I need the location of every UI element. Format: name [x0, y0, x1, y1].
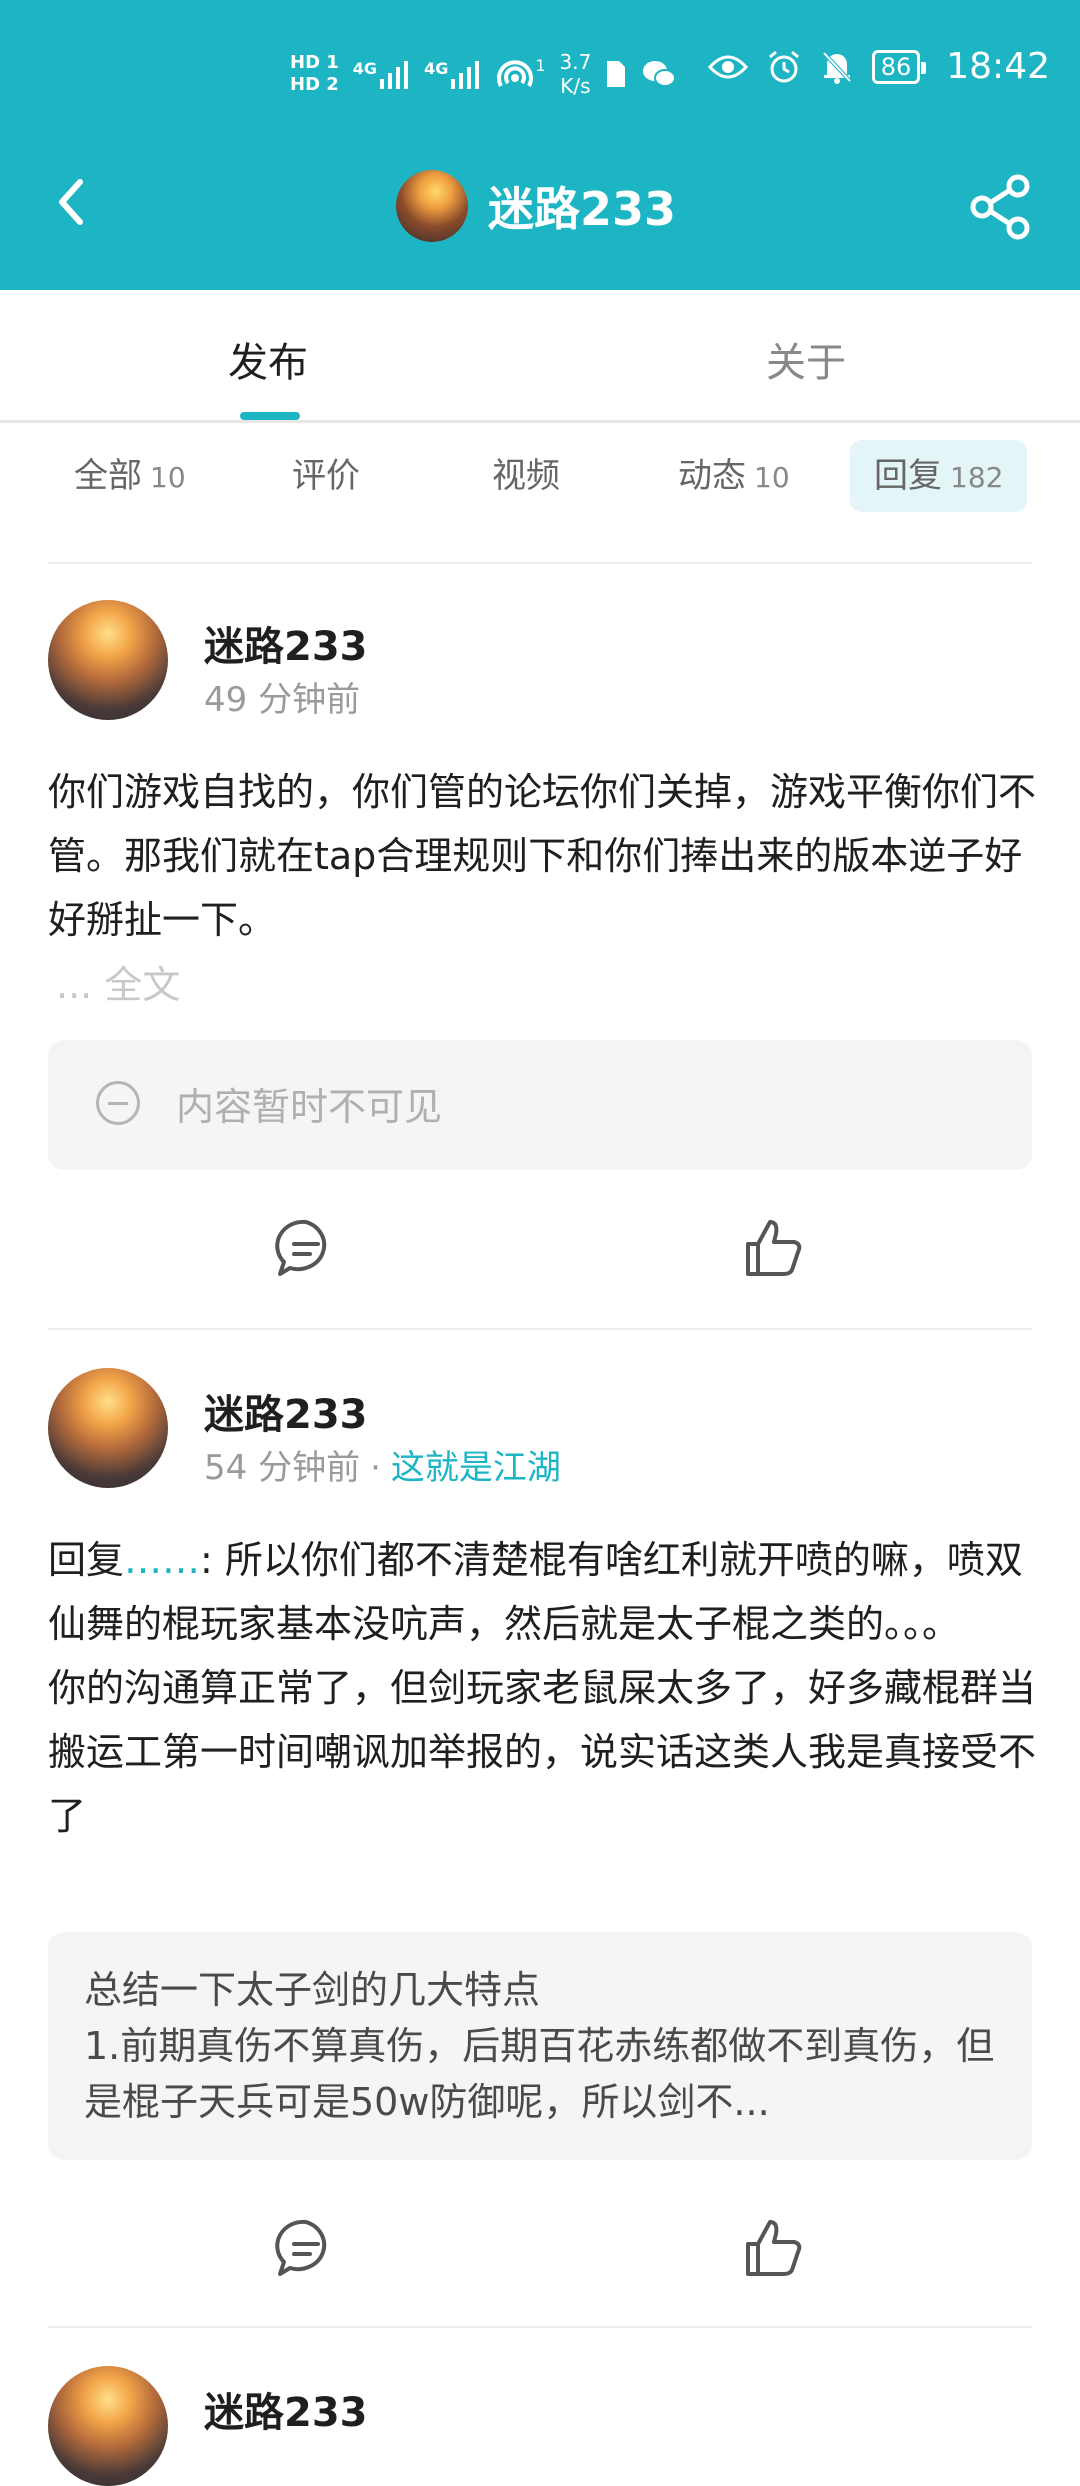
divider	[48, 1328, 1032, 1330]
quote-line-1: 总结一下太子剑的几大特点	[84, 1968, 541, 2012]
hidden-content-text: 内容暂时不可见	[176, 1085, 443, 1129]
post-username[interactable]: 迷路233	[204, 2380, 368, 2438]
wechat-icon	[643, 61, 677, 87]
avatar[interactable]	[48, 1368, 168, 1488]
net1-label: 4G	[352, 59, 378, 78]
alarm-icon	[768, 50, 799, 82]
status-right: 86 18:42	[707, 46, 1050, 87]
top-nav: 迷路233	[0, 160, 1080, 250]
hotspot-count: 1	[535, 56, 546, 75]
reply-text-2: 你的沟通算正常了，但剑玩家老鼠屎太多了，好多藏棍群当搬运工第一时间嘲讽加举报的，…	[48, 1666, 1037, 1838]
signal-icon-1: 4G	[353, 59, 410, 89]
filter-videos-label: 视频	[492, 456, 560, 496]
hotspot-icon: 1	[495, 56, 546, 92]
tab-indicator	[240, 412, 300, 420]
quoted-comment[interactable]: 总结一下太子剑的几大特点 1.前期真伤不算真伤，后期百花赤练都做不到真伤，但是棍…	[48, 1932, 1032, 2160]
quote-line-2: 1.前期真伤不算真伤，后期百花赤练都做不到真伤，但是棍子天兵可是50w防御呢，所…	[84, 2024, 995, 2124]
speed-unit: K/s	[560, 74, 591, 98]
avatar[interactable]	[48, 2366, 168, 2486]
filter-bar: 全部 10 评价 视频 动态 10 回复 182	[0, 440, 1080, 520]
filter-replies-count: 182	[950, 461, 1004, 494]
status-bar: HD 1 HD 2 4G 4G 1 3.7 K/s 86 18:42	[0, 40, 1080, 120]
sim1-label: HD 1	[290, 52, 339, 73]
avatar[interactable]	[48, 600, 168, 720]
profile-title: 迷路233	[396, 170, 676, 242]
page-title: 迷路233	[488, 182, 677, 236]
comment-icon[interactable]	[274, 1216, 338, 1280]
speed-value: 3.7	[559, 50, 592, 74]
profile-tabs: 发布 关于	[0, 290, 1080, 423]
back-icon[interactable]	[44, 172, 104, 232]
expand-link[interactable]: ... 全文	[56, 954, 180, 1009]
comment-icon[interactable]	[274, 2216, 338, 2280]
sim-indicator: HD 1 HD 2	[290, 52, 339, 96]
divider	[48, 562, 1032, 564]
post-text: 回复……: 所以你们都不清楚棍有啥红利就开喷的嘛，喷双仙舞的棍玩家基本没吭声，然…	[48, 1528, 1038, 1848]
divider	[48, 2326, 1032, 2328]
net2-label: 4G	[424, 59, 449, 78]
filter-all[interactable]: 全部 10	[50, 440, 210, 512]
eye-icon	[707, 55, 748, 78]
filter-moments[interactable]: 动态 10	[654, 440, 814, 512]
filter-moments-count: 10	[754, 461, 790, 494]
mute-bell-icon	[822, 51, 852, 84]
network-speed: 3.7 K/s	[560, 50, 592, 98]
tab-publish[interactable]: 发布	[228, 330, 308, 388]
post-username[interactable]: 迷路233	[204, 1382, 368, 1440]
battery-indicator: 86	[871, 49, 926, 84]
app-header: HD 1 HD 2 4G 4G 1 3.7 K/s 86 18:42 迷路233	[0, 0, 1080, 290]
sim-card-icon	[607, 61, 626, 87]
header-avatar[interactable]	[396, 170, 468, 242]
filter-all-count: 10	[150, 461, 186, 494]
reply-target-link[interactable]: ……	[124, 1538, 200, 1582]
like-icon[interactable]	[742, 2216, 806, 2280]
hidden-content-notice: 内容暂时不可见	[48, 1040, 1032, 1170]
reply-prefix: 回复	[48, 1538, 125, 1582]
post-meta: 54 分钟前 · 这就是江湖	[204, 1440, 561, 1489]
tab-about[interactable]: 关于	[766, 330, 846, 388]
filter-replies-label: 回复	[874, 456, 942, 496]
post-username[interactable]: 迷路233	[204, 614, 368, 672]
filter-videos[interactable]: 视频	[468, 440, 584, 512]
like-icon[interactable]	[742, 1216, 806, 1280]
post-text: 你们游戏自找的，你们管的论坛你们关掉，游戏平衡你们不管。那我们就在tap合理规则…	[48, 770, 1037, 942]
status-left: HD 1 HD 2 4G 4G 1 3.7 K/s	[290, 50, 677, 98]
clock: 18:42	[946, 46, 1050, 87]
game-tag-link[interactable]: 这就是江湖	[391, 1448, 561, 1488]
post-time: 54 分钟前	[204, 1448, 361, 1488]
share-icon[interactable]	[966, 172, 1036, 242]
minus-circle-icon	[96, 1081, 140, 1125]
signal-icon-2: 4G	[424, 59, 481, 89]
filter-reviews[interactable]: 评价	[268, 440, 384, 512]
filter-reviews-label: 评价	[292, 456, 360, 496]
meta-separator: ·	[370, 1448, 381, 1488]
filter-moments-label: 动态	[678, 456, 746, 496]
filter-replies[interactable]: 回复 182	[850, 440, 1028, 512]
sim2-label: HD 2	[290, 74, 339, 95]
post-time: 49 分钟前	[204, 680, 361, 720]
filter-all-label: 全部	[74, 456, 142, 496]
